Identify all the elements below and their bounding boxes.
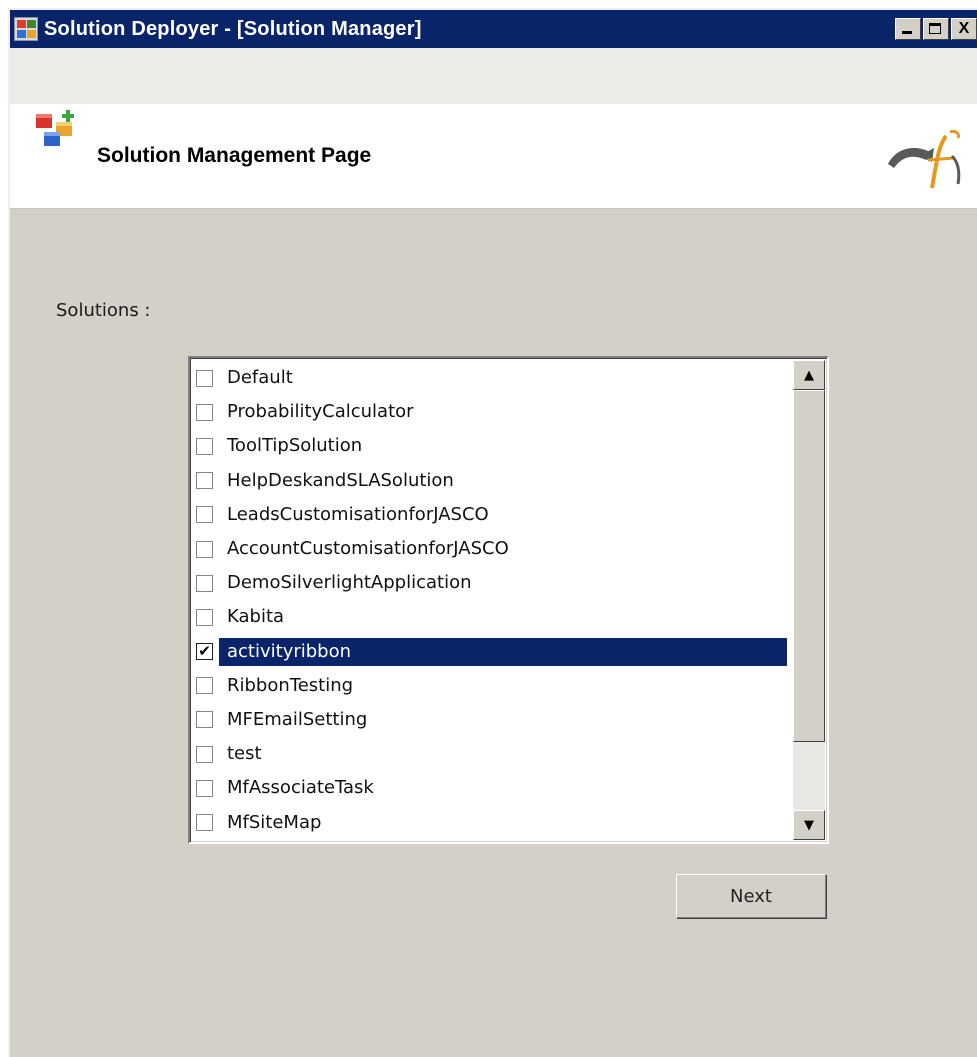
next-button[interactable]: Next bbox=[676, 874, 826, 918]
close-button[interactable]: X bbox=[951, 18, 977, 40]
checkmark-icon: ✔ bbox=[198, 642, 211, 661]
checkbox[interactable] bbox=[196, 506, 213, 524]
minimize-icon bbox=[902, 31, 912, 34]
scroll-up-button[interactable]: ▲ bbox=[793, 360, 825, 390]
list-item-label: activityribbon bbox=[219, 637, 787, 666]
minimize-button[interactable] bbox=[895, 18, 921, 40]
close-icon: X bbox=[958, 20, 970, 37]
title-bar[interactable]: Solution Deployer - [Solution Manager] X bbox=[10, 10, 977, 48]
list-item[interactable]: ToolTipSolution bbox=[193, 429, 793, 463]
list-item-label: HelpDeskandSLASolution bbox=[227, 469, 454, 491]
list-item-label: MfAssociateTask bbox=[227, 777, 374, 799]
list-item-label: ProbabilityCalculator bbox=[227, 401, 414, 423]
list-item[interactable]: RibbonTesting bbox=[193, 669, 793, 703]
window-title: Solution Deployer - [Solution Manager] bbox=[44, 17, 422, 40]
checkbox[interactable] bbox=[196, 472, 213, 490]
checkbox[interactable] bbox=[196, 745, 213, 763]
list-item[interactable]: HelpDeskandSLASolution bbox=[193, 464, 793, 498]
maximize-icon bbox=[929, 23, 941, 34]
list-item[interactable]: Default bbox=[193, 361, 793, 395]
menu-strip bbox=[10, 48, 977, 104]
checkbox[interactable] bbox=[196, 711, 213, 729]
solutions-list: Default ProbabilityCalculator ToolTipSolut… bbox=[193, 361, 793, 840]
scrollbar-thumb[interactable] bbox=[793, 390, 825, 742]
list-item-label: MFEmailSetting bbox=[227, 708, 368, 730]
list-item-label: Kabita bbox=[227, 606, 285, 628]
solutions-label: Solutions : bbox=[56, 300, 151, 321]
list-item-label: Default bbox=[227, 367, 293, 389]
list-item-label: ToolTipSolution bbox=[227, 435, 363, 457]
app-icon[interactable] bbox=[14, 17, 38, 41]
checkbox[interactable] bbox=[196, 779, 213, 797]
scroll-down-button[interactable]: ▼ bbox=[793, 810, 825, 840]
checkbox[interactable] bbox=[196, 677, 213, 695]
solutions-checked-listbox[interactable]: Default ProbabilityCalculator ToolTipSolut… bbox=[188, 356, 829, 844]
checkbox[interactable] bbox=[196, 540, 213, 558]
list-item-label: MfSiteMap bbox=[227, 811, 322, 833]
list-item[interactable]: LeadsCustomisationforJASCO bbox=[193, 498, 793, 532]
list-item[interactable]: MfSiteMap bbox=[193, 805, 793, 839]
checkbox[interactable] bbox=[196, 608, 213, 626]
application-window: Solution Deployer - [Solution Manager] X bbox=[8, 8, 977, 1057]
window-controls: X bbox=[895, 18, 977, 40]
checkbox[interactable] bbox=[196, 369, 213, 387]
page-title: Solution Management Page bbox=[97, 144, 372, 167]
list-item-label: LeadsCustomisationforJASCO bbox=[227, 503, 489, 525]
company-logo-icon bbox=[888, 130, 961, 189]
list-item-label: AccountCustomisationforJASCO bbox=[227, 538, 509, 560]
list-item[interactable]: AccountCustomisationforJASCO bbox=[193, 532, 793, 566]
list-item-label: RibbonTesting bbox=[227, 674, 354, 696]
checkbox[interactable] bbox=[196, 574, 213, 592]
checkbox[interactable] bbox=[196, 437, 213, 455]
maximize-button[interactable] bbox=[923, 18, 949, 40]
arrow-down-icon: ▼ bbox=[804, 817, 814, 833]
list-item[interactable]: ✔ activityribbon bbox=[193, 635, 793, 669]
list-item-label: test bbox=[227, 743, 262, 765]
list-item[interactable]: Kabita bbox=[193, 600, 793, 634]
list-item[interactable]: MfAssociateTask bbox=[193, 771, 793, 805]
checkbox[interactable]: ✔ bbox=[196, 642, 213, 661]
checkbox[interactable] bbox=[196, 403, 213, 421]
list-item[interactable]: MFEmailSetting bbox=[193, 703, 793, 737]
arrow-up-icon: ▲ bbox=[804, 367, 814, 383]
list-item-label: DemoSilverlightApplication bbox=[227, 572, 472, 594]
checkbox[interactable] bbox=[196, 814, 213, 832]
colored-blocks-icon bbox=[36, 110, 74, 146]
list-item[interactable]: ProbabilityCalculator bbox=[193, 395, 793, 429]
list-item[interactable]: DemoSilverlightApplication bbox=[193, 566, 793, 600]
list-item[interactable]: test bbox=[193, 737, 793, 771]
vertical-scrollbar[interactable]: ▲ ▼ bbox=[793, 360, 825, 840]
